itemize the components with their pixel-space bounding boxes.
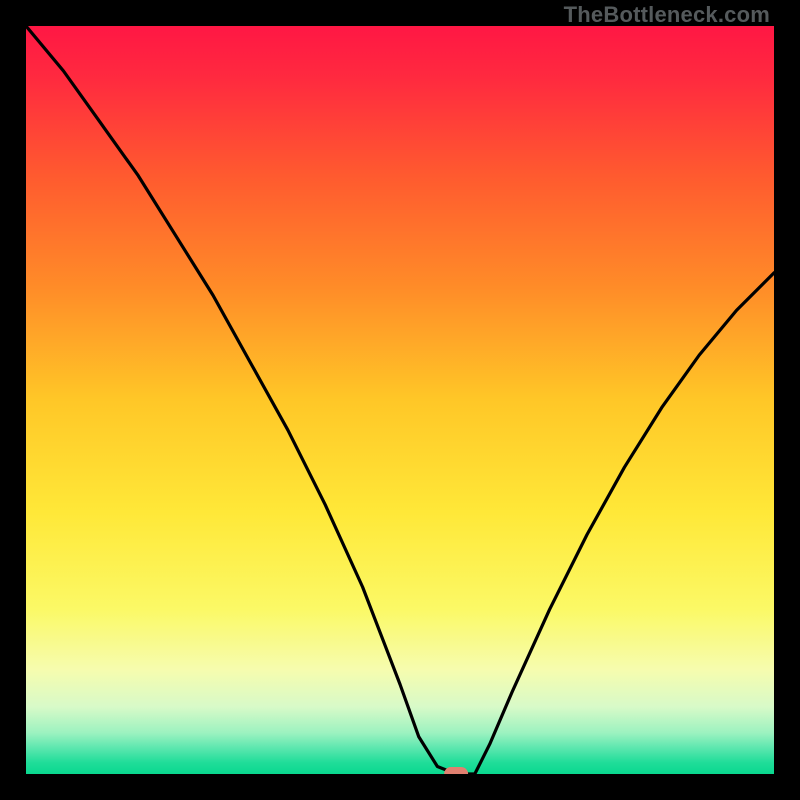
plot-area — [26, 26, 774, 774]
watermark-text: TheBottleneck.com — [564, 2, 770, 28]
optimal-marker — [444, 767, 468, 774]
plot-svg — [26, 26, 774, 774]
gradient-background — [26, 26, 774, 774]
chart-frame: TheBottleneck.com — [0, 0, 800, 800]
